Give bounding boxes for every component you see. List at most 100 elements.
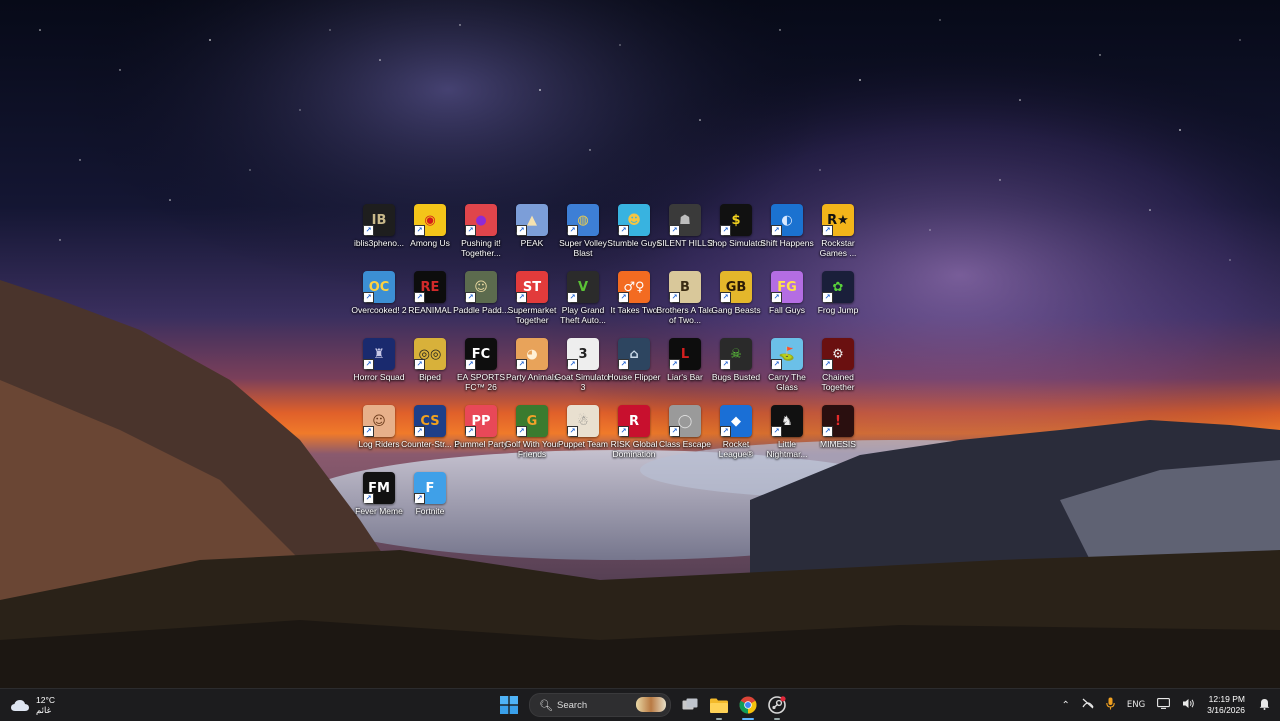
desktop-icon[interactable]: ♞ ↗ Little Nightmar... bbox=[762, 404, 812, 466]
desktop-icon[interactable]: ✿ ↗ Frog Jump bbox=[813, 270, 863, 332]
chrome-button[interactable] bbox=[735, 692, 761, 720]
chevron-up-icon[interactable]: ⌃ bbox=[1061, 700, 1069, 711]
desktop-icon[interactable]: FC ↗ EA SPORTS FC™ 26 bbox=[456, 337, 506, 399]
notification-bell-icon[interactable] bbox=[1259, 698, 1270, 713]
desktop-icon[interactable]: ♜ ↗ Horror Squad bbox=[353, 337, 405, 399]
start-button[interactable] bbox=[496, 692, 522, 718]
desktop-icon[interactable]: ☃ ↗ Puppet Team bbox=[558, 404, 608, 466]
app-icon: ♂♀ ↗ bbox=[618, 271, 650, 303]
shortcut-arrow-icon: ↗ bbox=[567, 426, 578, 437]
search-highlight-image bbox=[636, 697, 666, 712]
desktop-icon[interactable]: GB ↗ Gang Beasts bbox=[711, 270, 761, 332]
desktop-icon[interactable]: OC ↗ Overcooked! 2 bbox=[351, 270, 407, 332]
desktop-icon[interactable]: ☺ ↗ Paddle Padd... bbox=[453, 270, 509, 332]
file-explorer-button[interactable] bbox=[706, 692, 732, 720]
app-icon-glyph: ✿ bbox=[832, 279, 844, 295]
app-icon: CS ↗ bbox=[414, 405, 446, 437]
clock[interactable]: 12:19 PM 3/16/2026 bbox=[1207, 694, 1245, 716]
app-icon: 3 ↗ bbox=[567, 338, 599, 370]
app-icon-glyph: ▲ bbox=[527, 212, 537, 228]
language-indicator[interactable]: ENG bbox=[1127, 700, 1145, 710]
app-icon: ♜ ↗ bbox=[363, 338, 395, 370]
desktop-icon[interactable]: ● ↗ Pushing it! Together... bbox=[456, 203, 506, 265]
desktop-icon[interactable]: G ↗ Golf With Your Friends bbox=[505, 404, 559, 466]
desktop-icon[interactable]: FG ↗ Fall Guys bbox=[762, 270, 812, 332]
desktop-icon[interactable]: F ↗ Fortnite bbox=[405, 471, 455, 533]
app-icon-glyph: ⚙ bbox=[832, 346, 844, 362]
desktop-icon[interactable]: ☗ ↗ SILENT HILL 2 bbox=[657, 203, 713, 265]
shortcut-arrow-icon: ↗ bbox=[363, 493, 374, 504]
network-muted-icon[interactable] bbox=[1082, 698, 1094, 712]
desktop-icon-grid: IB ↗ iblis3pheno... ◉ ↗ Among Us ● ↗ Pushing it!… bbox=[351, 203, 864, 533]
app-icon: ST ↗ bbox=[516, 271, 548, 303]
app-icon: RE ↗ bbox=[414, 271, 446, 303]
desktop-icon[interactable]: ⚙ ↗ Chained Together bbox=[813, 337, 863, 399]
desktop-icon[interactable]: V ↗ Play Grand Theft Auto... bbox=[558, 270, 608, 332]
desktop-icon[interactable]: ST ↗ Supermarket Together bbox=[507, 270, 557, 332]
shortcut-arrow-icon: ↗ bbox=[414, 225, 425, 236]
desktop-icon[interactable]: ⌂ ↗ House Flipper bbox=[608, 337, 660, 399]
app-icon: OC ↗ bbox=[363, 271, 395, 303]
shortcut-arrow-icon: ↗ bbox=[414, 359, 425, 370]
desktop-icon[interactable]: ▲ ↗ PEAK bbox=[507, 203, 557, 265]
app-icon: V ↗ bbox=[567, 271, 599, 303]
shortcut-arrow-icon: ↗ bbox=[618, 359, 629, 370]
desktop-icon[interactable]: 3 ↗ Goat Simulator 3 bbox=[555, 337, 611, 399]
desktop-icon[interactable]: ◉ ↗ Among Us bbox=[405, 203, 455, 265]
app-icon: FG ↗ bbox=[771, 271, 803, 303]
desktop-icon[interactable]: ☻ ↗ Stumble Guys bbox=[607, 203, 661, 265]
shortcut-arrow-icon: ↗ bbox=[465, 426, 476, 437]
shortcut-arrow-icon: ↗ bbox=[822, 225, 833, 236]
steam-button[interactable] bbox=[764, 692, 790, 720]
desktop-icon[interactable]: RE ↗ REANIMAL bbox=[405, 270, 455, 332]
taskbar: 12°C غائم 🔍︎ Search ⌃ ENG 12:19 PM 3/16/… bbox=[0, 688, 1280, 721]
shortcut-arrow-icon: ↗ bbox=[465, 225, 476, 236]
taskbar-center: 🔍︎ Search bbox=[496, 692, 793, 720]
desktop-icon[interactable]: ! ↗ MIMESIS bbox=[813, 404, 863, 466]
shortcut-arrow-icon: ↗ bbox=[618, 292, 629, 303]
desktop-icon[interactable]: B ↗ Brothers A Tale of Two... bbox=[656, 270, 714, 332]
system-tray: ⌃ ENG 12:19 PM 3/16/2026 bbox=[1055, 689, 1280, 721]
desktop-icon[interactable]: R ↗ RISK Global Domination bbox=[609, 404, 659, 466]
desktop-icon[interactable]: ◐ ↗ Shift Happens bbox=[760, 203, 814, 265]
app-icon: IB ↗ bbox=[363, 204, 395, 236]
shortcut-arrow-icon: ↗ bbox=[414, 426, 425, 437]
app-icon: G ↗ bbox=[516, 405, 548, 437]
desktop-icon[interactable]: ☠ ↗ Bugs Busted bbox=[711, 337, 761, 399]
network-icon[interactable] bbox=[1157, 698, 1171, 712]
shortcut-arrow-icon: ↗ bbox=[516, 426, 527, 437]
desktop-icon[interactable]: PP ↗ Pummel Party bbox=[454, 404, 508, 466]
shortcut-arrow-icon: ↗ bbox=[720, 292, 731, 303]
desktop-icon[interactable]: FM ↗ Fever Meme bbox=[354, 471, 404, 533]
shortcut-arrow-icon: ↗ bbox=[516, 292, 527, 303]
app-icon: ⌂ ↗ bbox=[618, 338, 650, 370]
shortcut-arrow-icon: ↗ bbox=[618, 225, 629, 236]
desktop-icon[interactable]: ♂♀ ↗ It Takes Two bbox=[609, 270, 659, 332]
search-box[interactable]: 🔍︎ Search bbox=[529, 693, 671, 717]
volume-icon[interactable] bbox=[1182, 698, 1195, 712]
desktop-icon[interactable]: ◎◎ ↗ Biped bbox=[405, 337, 455, 399]
shortcut-arrow-icon: ↗ bbox=[414, 292, 425, 303]
task-view-button[interactable] bbox=[677, 692, 703, 718]
search-placeholder: Search bbox=[557, 699, 588, 711]
shortcut-arrow-icon: ↗ bbox=[363, 426, 374, 437]
desktop-icon[interactable]: ⛳ ↗ Carry The Glass bbox=[762, 337, 812, 399]
clock-date: 3/16/2026 bbox=[1207, 705, 1245, 715]
desktop-icon[interactable]: ◕ ↗ Party Animals bbox=[506, 337, 558, 399]
desktop-icon[interactable]: ◆ ↗ Rocket League® bbox=[711, 404, 761, 466]
steam-icon bbox=[768, 696, 786, 714]
desktop-icon[interactable]: R★ ↗ Rockstar Games ... bbox=[813, 203, 863, 265]
desktop-icon[interactable]: ◯ ↗ Class Escape bbox=[659, 404, 711, 466]
desktop-icon-label: Chained Together bbox=[821, 372, 855, 392]
shortcut-arrow-icon: ↗ bbox=[363, 225, 374, 236]
desktop-icon[interactable]: IB ↗ iblis3pheno... bbox=[354, 203, 404, 265]
desktop-icon[interactable]: CS ↗ Counter-Str... 2 bbox=[401, 404, 459, 466]
app-icon: ☺ ↗ bbox=[363, 405, 395, 437]
desktop-icon[interactable]: L ↗ Liar's Bar bbox=[660, 337, 710, 399]
desktop-icon[interactable]: $ ↗ Shop Simulator bbox=[707, 203, 765, 265]
weather-widget[interactable]: 12°C غائم bbox=[10, 693, 55, 717]
microphone-icon[interactable] bbox=[1106, 697, 1115, 713]
app-icon-glyph: $ bbox=[731, 212, 741, 228]
desktop-icon[interactable]: ☺ ↗ Log Riders bbox=[354, 404, 404, 466]
desktop-icon[interactable]: ◍ ↗ Super Volley Blast bbox=[558, 203, 608, 265]
